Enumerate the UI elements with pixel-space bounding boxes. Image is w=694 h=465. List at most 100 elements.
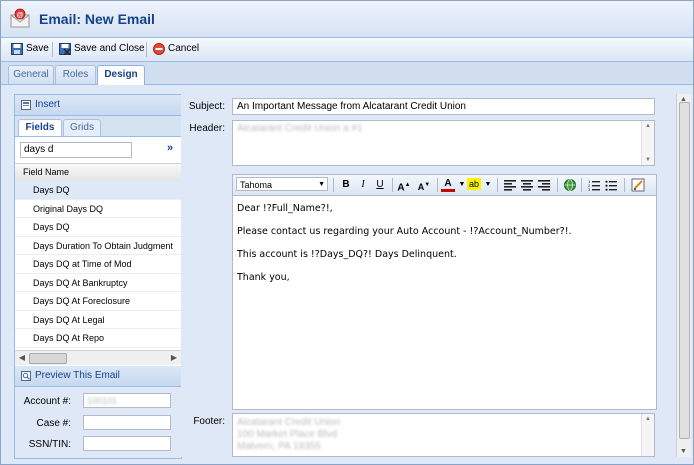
toolbar-separator	[392, 178, 393, 192]
html-editor[interactable]: Tahoma ▼ B I U A▲ A▼ A ▼ ab ▼ 1 2 3 Dear…	[232, 174, 657, 410]
header-value: Alcatarant Credit Union a #1	[237, 123, 363, 134]
numbered-list-icon[interactable]: 123	[587, 178, 601, 192]
field-row[interactable]: Days DQ At Foreclosure	[15, 292, 181, 311]
title-bar: @ Email: New Email	[1, 1, 693, 38]
field-row[interactable]: Days DQ at Time of Mod	[15, 255, 181, 274]
account-number-input[interactable]: 100101	[83, 393, 171, 408]
field-row-label: Days DQ At Bankruptcy	[33, 277, 128, 288]
tab-bar: General Roles Design	[1, 62, 693, 85]
field-grid-header[interactable]: Field Name	[15, 163, 181, 182]
tab-design[interactable]: Design	[97, 65, 145, 85]
toolbar-separator	[581, 178, 582, 192]
italic-icon[interactable]: I	[356, 178, 370, 192]
account-number-value: 100101	[87, 396, 118, 406]
font-color-icon[interactable]: A	[441, 178, 455, 192]
scroll-down-arrow-icon[interactable]: ▼	[680, 448, 687, 455]
highlight-color-icon[interactable]: ab	[467, 178, 481, 190]
field-list: Days DQ Original Days DQ Days DQ Days Du…	[15, 181, 181, 348]
field-row[interactable]: Days DQ At Bankruptcy	[15, 274, 181, 292]
field-row-label: Original Days DQ	[33, 203, 104, 214]
tab-fields[interactable]: Fields	[18, 119, 62, 136]
save-label: Save	[26, 43, 49, 54]
email-envelope-icon: @	[10, 8, 30, 28]
scroll-up-arrow-icon[interactable]: ▲	[645, 123, 651, 129]
align-left-icon[interactable]	[503, 178, 517, 192]
preview-label: Preview This Email	[35, 370, 120, 381]
align-center-icon[interactable]	[520, 178, 534, 192]
svg-text:@: @	[17, 12, 24, 19]
scroll-thumb[interactable]	[679, 102, 690, 439]
toolbar-separator	[557, 178, 558, 192]
tab-grids[interactable]: Grids	[63, 119, 101, 136]
body-line: This account is !?Days_DQ?! Days Delinqu…	[237, 249, 457, 260]
field-row-label: Days DQ At Foreclosure	[33, 296, 131, 306]
toolbar-separator	[437, 178, 438, 192]
ssn-tin-input[interactable]	[83, 436, 171, 451]
font-family-value: Tahoma	[240, 180, 273, 190]
field-row-label: Days DQ At Legal	[33, 314, 105, 325]
bold-icon[interactable]: B	[339, 178, 353, 192]
account-label: Account #:	[23, 396, 71, 407]
cancel-label: Cancel	[168, 43, 200, 54]
footer-line: 100 Market Place Blvd	[237, 429, 338, 440]
field-row-label: Days Duration To Obtain Judgment	[33, 240, 173, 251]
email-window: @ Email: New Email Save Save and Close C…	[0, 0, 694, 465]
field-row[interactable]: Days DQ	[15, 218, 181, 237]
insert-icon	[21, 100, 31, 110]
header-scrollbar[interactable]: ▲ ▼	[641, 121, 654, 165]
expand-chevron-icon[interactable]: »	[167, 142, 173, 154]
tab-roles[interactable]: Roles	[55, 65, 96, 84]
field-list-horizontal-scrollbar[interactable]: ◀ ▶	[15, 350, 181, 365]
email-design-panel: Subject: An Important Message from Alcat…	[181, 94, 676, 457]
field-row[interactable]: Days DQ	[15, 181, 181, 200]
subject-label: Subject:	[188, 101, 225, 112]
footer-line: Malvern, PA 19355	[237, 441, 321, 452]
header-textarea[interactable]: Alcatarant Credit Union a #1 ▲ ▼	[232, 120, 655, 166]
field-row-label: Days DQ At Repo	[33, 333, 105, 343]
increase-font-size-icon[interactable]: A▲	[397, 178, 411, 193]
preview-email-button[interactable]: Preview This Email	[15, 366, 181, 387]
save-and-close-label: Save and Close	[74, 43, 145, 54]
editor-body[interactable]: Dear !?Full_Name?!, Please contact us re…	[233, 196, 656, 408]
tab-general[interactable]: General	[8, 65, 54, 84]
body-line: Thank you,	[237, 272, 290, 283]
toolbar-separator	[497, 178, 498, 192]
footer-scrollbar[interactable]: ▲	[641, 414, 654, 456]
field-row[interactable]: Original Days DQ	[15, 200, 181, 218]
design-vertical-scrollbar[interactable]: ▲ ▼	[676, 94, 691, 457]
toolbar-separator	[52, 42, 53, 57]
ssn-label: SSN/TIN:	[28, 439, 71, 450]
scroll-right-arrow-icon[interactable]: ▶	[169, 353, 179, 363]
window-title: Email: New Email	[39, 11, 155, 27]
scroll-thumb[interactable]	[29, 353, 67, 364]
underline-icon[interactable]: U	[373, 178, 387, 192]
case-number-input[interactable]	[83, 415, 171, 430]
field-filter-input[interactable]: days d	[20, 142, 132, 158]
toolbar-separator	[624, 178, 625, 192]
footer-label: Footer:	[193, 416, 225, 427]
save-close-icon	[59, 43, 71, 55]
preview-form: Account #: 100101 Case #: SSN/TIN:	[15, 387, 181, 458]
decrease-font-size-icon[interactable]: A▼	[417, 178, 431, 192]
field-row[interactable]: Days DQ At Repo	[15, 329, 181, 348]
field-row[interactable]: Days Duration To Obtain Judgment	[15, 237, 181, 255]
field-subtabs: Fields Grids	[15, 116, 181, 137]
highlight-dropdown-icon[interactable]: ▼	[481, 178, 495, 192]
source-edit-icon[interactable]	[631, 178, 645, 192]
field-row[interactable]: Days DQ At Legal	[15, 311, 181, 329]
header-label: Header:	[189, 123, 225, 134]
scroll-left-arrow-icon[interactable]: ◀	[17, 353, 27, 363]
footer-textarea[interactable]: Alcatarant Credit Union 100 Market Place…	[232, 413, 655, 457]
insert-button[interactable]: Insert	[15, 95, 181, 116]
scroll-up-arrow-icon[interactable]: ▲	[645, 416, 651, 422]
subject-input[interactable]: An Important Message from Alcatarant Cre…	[232, 98, 655, 115]
align-right-icon[interactable]	[537, 178, 551, 192]
floppy-disk-icon	[11, 43, 23, 55]
chevron-down-icon: ▼	[318, 181, 325, 188]
cancel-icon	[153, 43, 165, 55]
link-globe-icon[interactable]	[563, 178, 577, 192]
subject-value: An Important Message from Alcatarant Cre…	[237, 101, 466, 112]
bullet-list-icon[interactable]	[604, 178, 618, 192]
font-family-select[interactable]: Tahoma ▼	[236, 177, 328, 191]
scroll-down-arrow-icon[interactable]: ▼	[645, 157, 651, 163]
